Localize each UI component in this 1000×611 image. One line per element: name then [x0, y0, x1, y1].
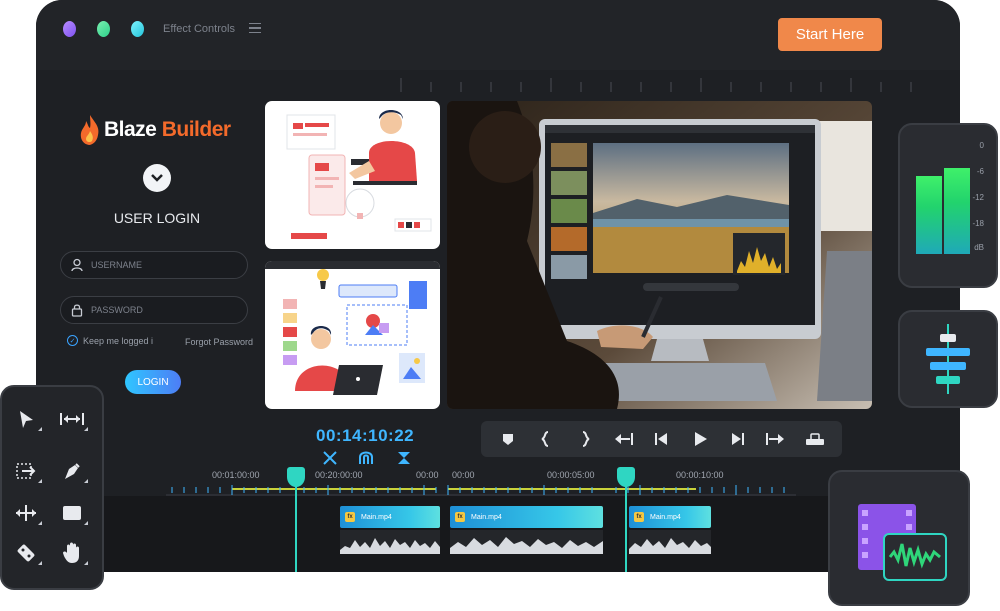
- select-arrow-icon[interactable]: [12, 405, 42, 433]
- window-dot-purple[interactable]: [63, 21, 76, 37]
- playhead-right[interactable]: [617, 467, 635, 572]
- window-dot-cyan[interactable]: [131, 21, 144, 37]
- time-label: 00:00:10:00: [676, 470, 724, 480]
- enter-icon[interactable]: [12, 457, 42, 485]
- time-label: 00:20:00:00: [315, 470, 363, 480]
- clip-name: Main.mp4: [471, 513, 502, 521]
- top-bar: Effect Controls Start Here: [36, 0, 960, 92]
- timecode-display: 00:14:10:22: [316, 426, 415, 445]
- time-label: 00:00:05:00: [547, 470, 595, 480]
- brand-logo: Blaze Builder: [78, 112, 238, 148]
- login-title: USER LOGIN: [113, 210, 201, 226]
- keep-logged-checkbox[interactable]: ✓ Keep me logged i: [67, 335, 153, 346]
- align-panel[interactable]: [898, 310, 998, 408]
- username-field[interactable]: USERNAME: [60, 251, 248, 279]
- brand-name-first: Blaze: [104, 118, 162, 141]
- cut-icon[interactable]: [323, 451, 337, 465]
- template-card-creator[interactable]: [265, 261, 440, 409]
- creator-illustration: [265, 261, 440, 395]
- menu-icon[interactable]: [249, 23, 261, 33]
- start-here-button[interactable]: Start Here: [778, 18, 882, 51]
- fx-badge: fx: [345, 512, 355, 522]
- panel-title: Effect Controls: [163, 23, 235, 35]
- audio-clip[interactable]: [629, 530, 711, 554]
- rectangle-icon[interactable]: [58, 499, 88, 527]
- top-ruler: [400, 78, 912, 92]
- split-icon[interactable]: [398, 452, 410, 464]
- meter-label: 0: [979, 141, 984, 150]
- video-clip[interactable]: fx Main.mp4: [629, 506, 711, 528]
- playhead-left[interactable]: [287, 467, 305, 572]
- video-preview[interactable]: [447, 101, 872, 409]
- step-forward-icon[interactable]: [725, 428, 751, 450]
- login-button[interactable]: LOGIN: [125, 370, 181, 394]
- video-clip[interactable]: fx Main.mp4: [450, 506, 603, 528]
- time-label: 00:00: [452, 470, 475, 480]
- go-end-icon[interactable]: [763, 428, 789, 450]
- fx-badge: fx: [455, 512, 465, 522]
- razor-icon[interactable]: [12, 539, 42, 567]
- playhead-handle[interactable]: [617, 467, 635, 487]
- hand-icon[interactable]: [58, 539, 88, 567]
- template-card-designer[interactable]: [265, 101, 440, 249]
- media-panel[interactable]: [828, 470, 970, 606]
- edit-tools: [323, 451, 410, 465]
- pen-icon[interactable]: [58, 457, 88, 485]
- keep-logged-label: Keep me logged i: [83, 335, 154, 346]
- brace-left-icon[interactable]: [533, 428, 559, 450]
- flame-icon: [80, 115, 99, 145]
- marker-icon[interactable]: [495, 428, 521, 450]
- play-icon[interactable]: [687, 428, 713, 450]
- password-placeholder: PASSWORD: [91, 305, 143, 315]
- meter-label: dB: [974, 243, 984, 252]
- tools-panel: [0, 385, 104, 590]
- time-label: 00:00: [416, 470, 439, 480]
- password-field[interactable]: PASSWORD: [60, 296, 248, 324]
- editor-window: Effect Controls Start Here Blaze Builder…: [36, 0, 960, 572]
- playhead-handle[interactable]: [287, 467, 305, 487]
- playback-controls: [481, 421, 842, 457]
- media-icon: [858, 504, 947, 581]
- audio-clip[interactable]: [340, 530, 440, 554]
- magnet-icon[interactable]: [359, 451, 373, 465]
- go-start-icon[interactable]: [610, 428, 636, 450]
- window-dot-green[interactable]: [97, 21, 110, 37]
- fx-badge: fx: [634, 512, 644, 522]
- brand-name-second: Builder: [161, 118, 231, 141]
- check-icon: ✓: [67, 335, 78, 346]
- forgot-password-link[interactable]: Forgot Password: [185, 337, 253, 347]
- align-icon: [926, 324, 970, 394]
- timeline-ruler[interactable]: [36, 484, 960, 496]
- designer-illustration: [286, 110, 432, 239]
- meter-label: -18: [972, 219, 984, 228]
- audio-meter-panel: 0 -6 -12 -18 dB: [898, 123, 998, 288]
- timeline-labels: 00:01:00:00 00:20:00:00 00:00 00:00 00:0…: [36, 470, 960, 482]
- step-back-icon[interactable]: [648, 428, 674, 450]
- ripple-icon[interactable]: [58, 405, 88, 433]
- time-label: 00:01:00:00: [212, 470, 260, 480]
- mixer-icon[interactable]: [802, 428, 828, 450]
- lock-icon: [71, 304, 83, 317]
- audio-clip[interactable]: [450, 530, 603, 554]
- move-icon[interactable]: [12, 499, 42, 527]
- brace-right-icon[interactable]: [572, 428, 598, 450]
- clip-name: Main.mp4: [650, 513, 681, 521]
- meter-bar-left: [916, 176, 942, 254]
- meter-bars: [916, 139, 970, 254]
- clip-name: Main.mp4: [361, 513, 392, 521]
- username-placeholder: USERNAME: [91, 260, 143, 270]
- meter-label: -12: [972, 193, 984, 202]
- user-icon: [71, 258, 83, 272]
- preview-image: [447, 101, 872, 409]
- meter-bar-right: [944, 168, 970, 254]
- meter-label: -6: [976, 167, 984, 176]
- video-clip[interactable]: fx Main.mp4: [340, 506, 440, 528]
- chevron-down-icon[interactable]: [143, 164, 171, 192]
